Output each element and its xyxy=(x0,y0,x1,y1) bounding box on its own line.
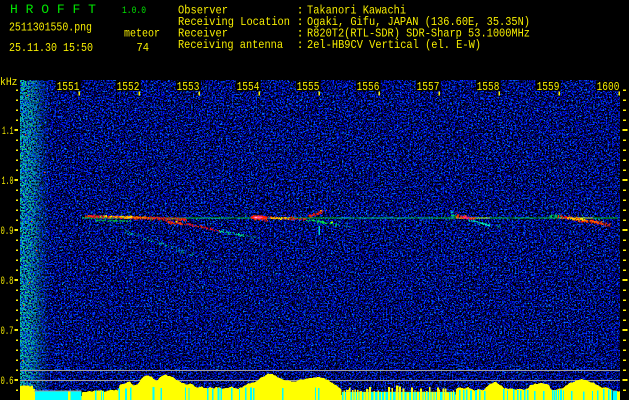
svg-text:1554: 1554 xyxy=(237,81,260,94)
svg-text:1.1: 1.1 xyxy=(2,126,14,138)
svg-text:kHz: kHz xyxy=(0,77,18,89)
svg-text:H R O F F T: H R O F F T xyxy=(10,2,96,17)
svg-text:1553: 1553 xyxy=(177,81,200,94)
svg-text:1557: 1557 xyxy=(417,81,440,94)
svg-text:1556: 1556 xyxy=(357,81,380,94)
svg-text:0.8: 0.8 xyxy=(1,276,14,288)
svg-text:1551: 1551 xyxy=(57,81,80,94)
svg-text::: : xyxy=(297,38,304,52)
svg-text:74: 74 xyxy=(137,41,150,55)
svg-text:1.0: 1.0 xyxy=(2,176,14,188)
svg-text:1558: 1558 xyxy=(477,81,500,94)
svg-text:1559: 1559 xyxy=(537,81,560,94)
svg-text:0.6: 0.6 xyxy=(1,376,14,388)
svg-text:0.7: 0.7 xyxy=(1,326,14,338)
svg-text:2511301550.png: 2511301550.png xyxy=(9,21,92,35)
svg-text:1555: 1555 xyxy=(297,81,320,94)
svg-text:meteor: meteor xyxy=(124,27,160,41)
svg-text:25.11.30 15:50: 25.11.30 15:50 xyxy=(9,41,93,55)
svg-text:Receiving antenna: Receiving antenna xyxy=(178,38,283,52)
svg-text:2el-HB9CV Vertical (el. E-W): 2el-HB9CV Vertical (el. E-W) xyxy=(307,38,481,52)
svg-text:1552: 1552 xyxy=(117,81,140,94)
svg-text:1600: 1600 xyxy=(597,81,620,94)
svg-text:1.0.0: 1.0.0 xyxy=(122,6,146,17)
svg-text:0.9: 0.9 xyxy=(1,226,14,238)
